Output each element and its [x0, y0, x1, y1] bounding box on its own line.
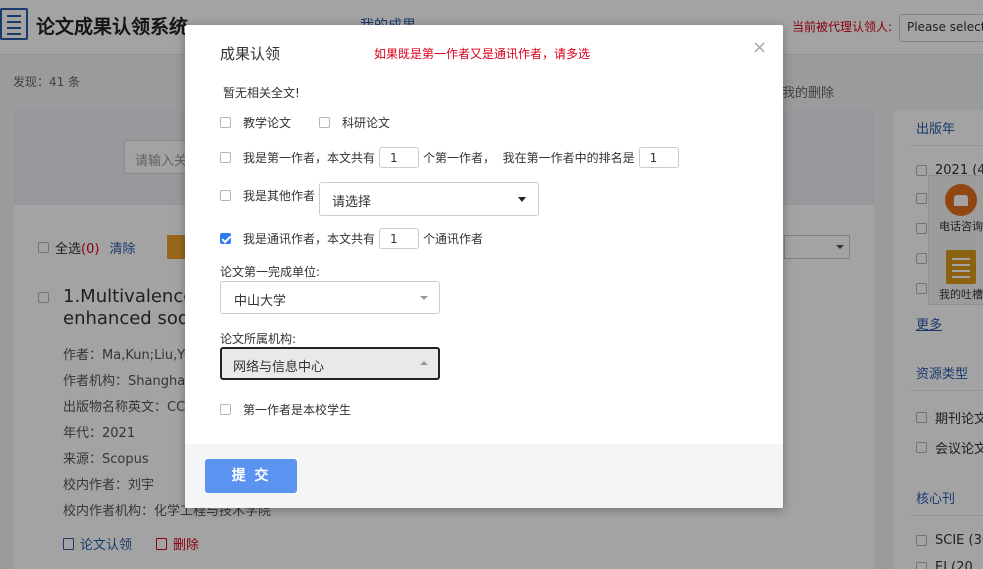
student-row: 第一作者是本校学生: [220, 401, 351, 418]
teaching-paper-checkbox[interactable]: [220, 117, 231, 128]
other-author-select[interactable]: 请选择: [319, 182, 539, 216]
corresponding-count-input[interactable]: 1: [379, 228, 420, 249]
first-author-rank-input[interactable]: 1: [638, 147, 679, 168]
claim-dialog: 成果认领 如果既是第一作者又是通讯作者，请多选 × 暂无相关全文! 教学论文 科…: [185, 25, 783, 508]
teaching-paper-label: 教学论文: [243, 116, 292, 130]
paper-type-row: 教学论文 科研论文: [220, 114, 390, 131]
first-author-count-input[interactable]: 1: [379, 147, 420, 168]
other-author-row: 我是其他作者: [220, 187, 315, 204]
submit-button[interactable]: 提 交: [205, 459, 297, 493]
first-author-checkbox[interactable]: [220, 152, 231, 163]
research-paper-label: 科研论文: [342, 116, 391, 130]
org-select[interactable]: 网络与信息中心: [220, 347, 440, 380]
research-paper-checkbox[interactable]: [319, 117, 331, 128]
student-checkbox[interactable]: [220, 404, 231, 415]
first-unit-select[interactable]: 中山大学: [220, 281, 440, 314]
dialog-title: 成果认领: [220, 45, 281, 63]
first-unit-label: 论文第一完成单位:: [220, 265, 321, 279]
dialog-footer: 提 交: [185, 444, 783, 508]
corresponding-author-row: 我是通讯作者，本文共有 1 个通讯作者: [220, 228, 483, 249]
org-label: 论文所属机构:: [220, 332, 297, 346]
corresponding-author-checkbox[interactable]: [220, 233, 231, 244]
first-author-row: 我是第一作者，本文共有 1 个第一作者， 我在第一作者中的排名是 1: [220, 147, 683, 168]
close-icon[interactable]: ×: [752, 39, 767, 57]
other-author-checkbox[interactable]: [220, 190, 231, 201]
dialog-note: 如果既是第一作者又是通讯作者，请多选: [374, 47, 591, 61]
no-fulltext-text: 暂无相关全文!: [223, 86, 300, 100]
